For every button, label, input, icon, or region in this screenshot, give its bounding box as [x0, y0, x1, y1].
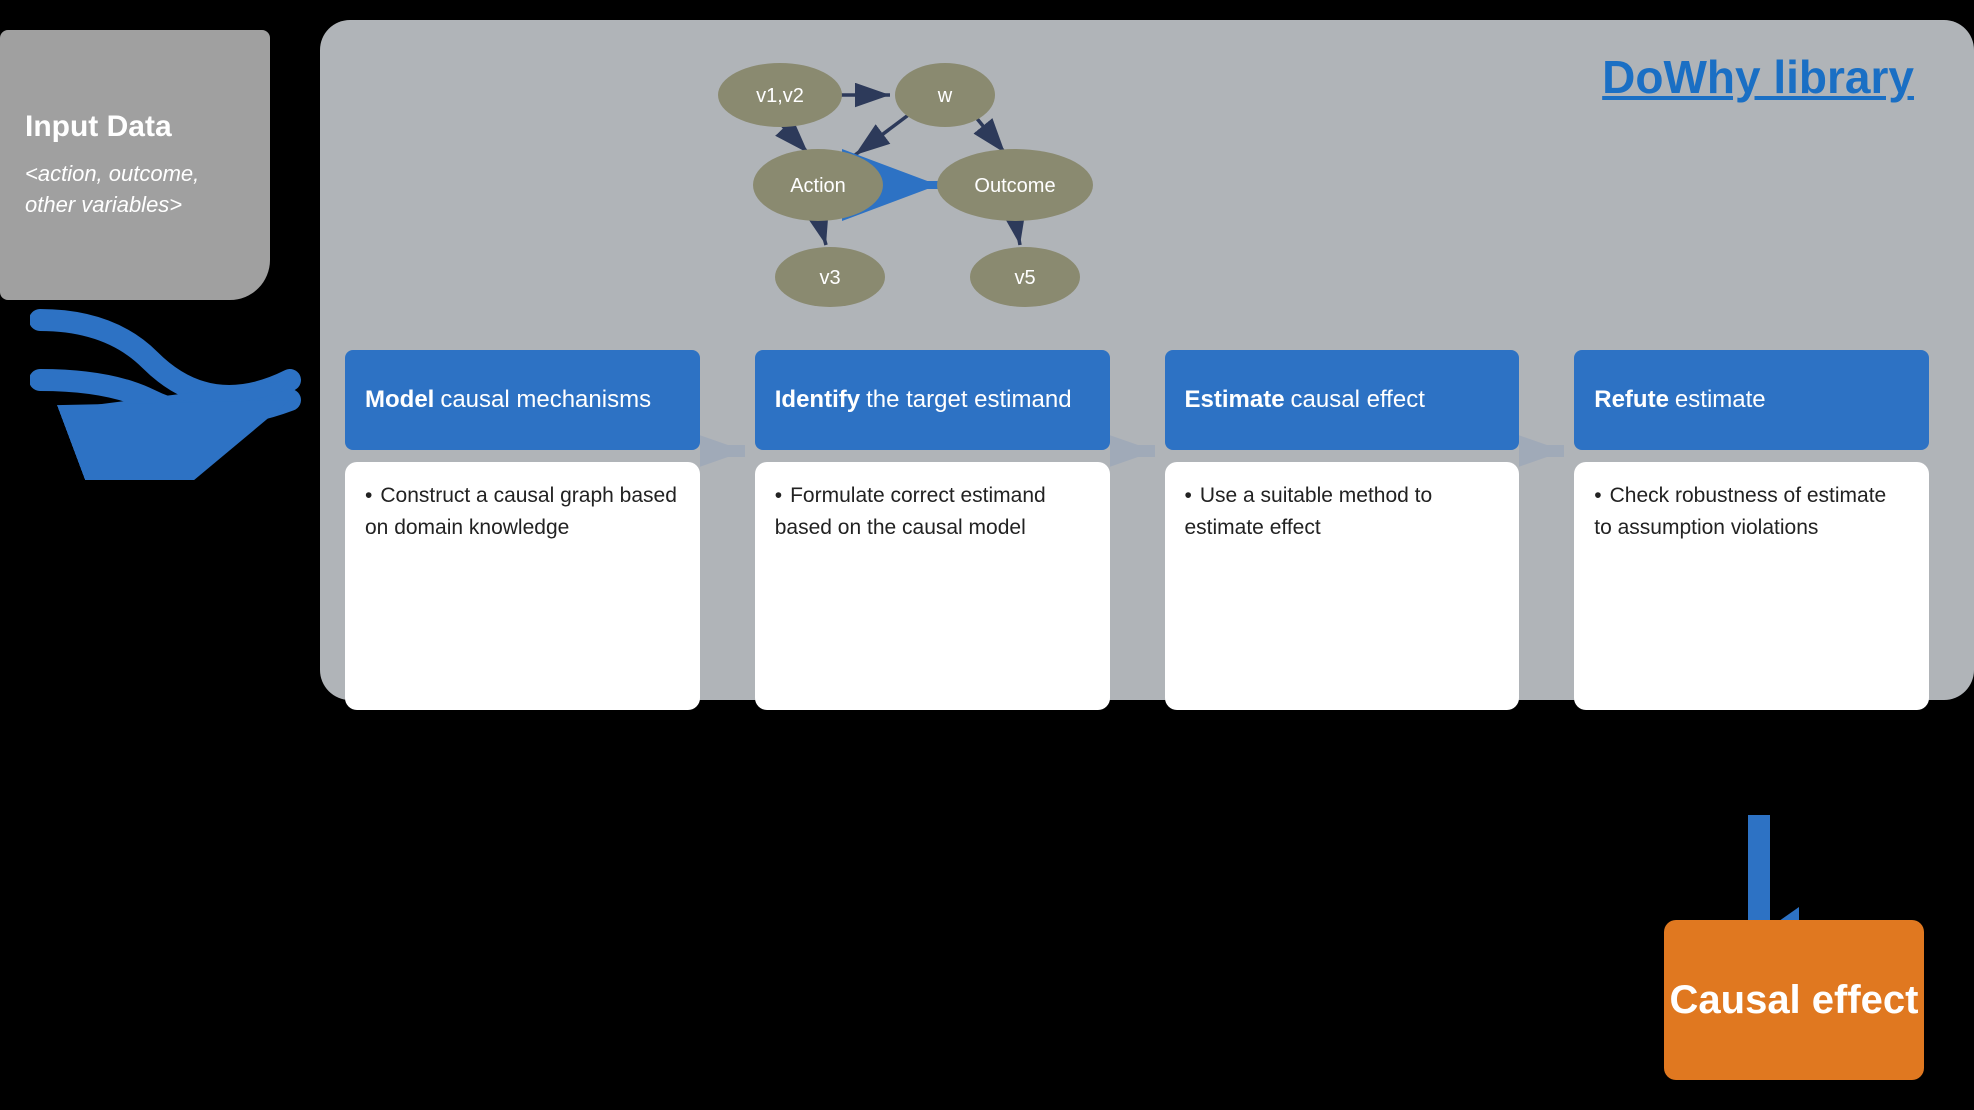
step-identify-body: Formulate correct estimand based on the … — [755, 462, 1110, 710]
svg-text:w: w — [937, 85, 953, 107]
svg-text:v1,v2: v1,v2 — [756, 85, 804, 107]
arrow-svg-3 — [1519, 426, 1574, 476]
step-model-header: Model causal mechanisms — [345, 350, 700, 450]
step-estimate-rest: causal effect — [1291, 384, 1425, 415]
step-estimate-body: Use a suitable method to estimate effect — [1165, 462, 1520, 710]
step-refute-header: Refute estimate — [1574, 350, 1929, 450]
svg-text:Outcome: Outcome — [974, 175, 1055, 197]
step-refute-bold: Refute — [1594, 384, 1669, 415]
step-refute: Refute estimate Check robustness of esti… — [1574, 350, 1929, 710]
step-refute-body-text: Check robustness of estimate to assumpti… — [1594, 480, 1909, 543]
step-estimate: Estimate causal effect Use a suitable me… — [1165, 350, 1520, 710]
input-data-subtitle: <action, outcome, other variables> — [25, 159, 245, 221]
svg-text:v5: v5 — [1014, 267, 1035, 289]
step-identify-body-text: Formulate correct estimand based on the … — [775, 480, 1090, 543]
step-estimate-body-text: Use a suitable method to estimate effect — [1185, 480, 1500, 543]
step-model-body-text: Construct a causal graph based on domain… — [365, 480, 680, 543]
step-identify-header: Identify the target estimand — [755, 350, 1110, 450]
arrow-svg-2 — [1110, 426, 1165, 476]
step-identify-bold: Identify — [775, 384, 860, 415]
step-estimate-bold: Estimate — [1185, 384, 1285, 415]
arrow-3-4 — [1519, 388, 1574, 476]
step-model-bold: Model — [365, 384, 434, 415]
step-refute-rest: estimate — [1675, 384, 1766, 415]
input-arrow-svg — [30, 300, 330, 480]
dowhy-title: DoWhy library — [1602, 50, 1914, 104]
causal-effect-box: Causal effect — [1664, 920, 1924, 1080]
input-data-box: Input Data <action, outcome, other varia… — [0, 30, 270, 300]
causal-graph-svg: v1,v2 w Action Outcome v3 v5 — [660, 45, 1120, 315]
arrow-2-3 — [1110, 388, 1165, 476]
input-data-title: Input Data — [25, 110, 245, 144]
arrow-1-2 — [700, 388, 755, 476]
svg-text:v3: v3 — [819, 267, 840, 289]
step-refute-body: Check robustness of estimate to assumpti… — [1574, 462, 1929, 710]
graph-area: v1,v2 w Action Outcome v3 v5 — [660, 45, 1120, 315]
svg-text:Action: Action — [790, 175, 846, 197]
step-model-rest: causal mechanisms — [440, 384, 651, 415]
step-identify-rest: the target estimand — [866, 384, 1071, 415]
arrow-svg-1 — [700, 426, 755, 476]
causal-effect-text: Causal effect — [1670, 976, 1919, 1024]
step-model-body: Construct a causal graph based on domain… — [345, 462, 700, 710]
step-model: Model causal mechanisms Construct a caus… — [345, 350, 700, 710]
step-estimate-header: Estimate causal effect — [1165, 350, 1520, 450]
step-identify: Identify the target estimand Formulate c… — [755, 350, 1110, 710]
